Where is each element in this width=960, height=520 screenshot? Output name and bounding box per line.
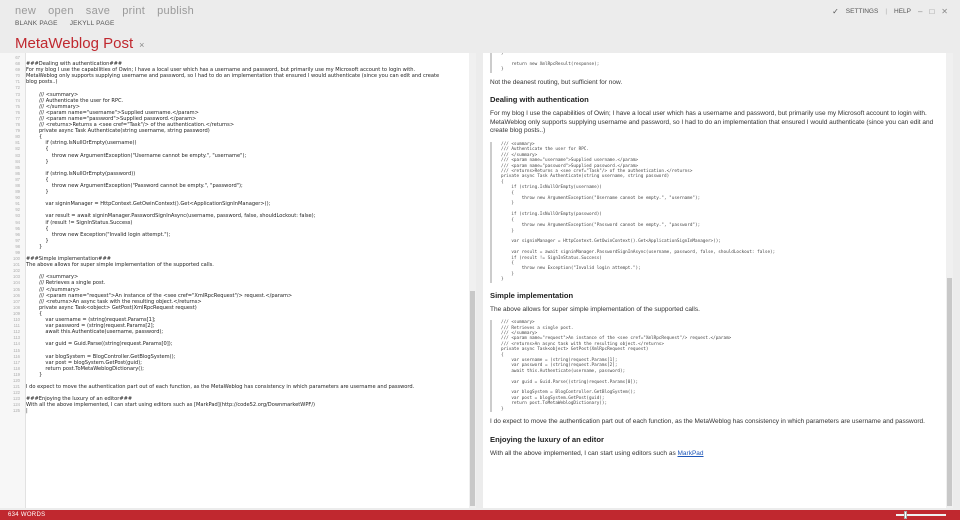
editor-scrollbar[interactable] <box>469 53 476 508</box>
line-text: MetaWeblog only supports supplying usern… <box>26 73 440 80</box>
preview-scrollbar[interactable] <box>946 53 953 508</box>
top-right-bar: ✓ SETTINGS | HELP ‒ □ ✕ <box>832 7 948 16</box>
settings-link[interactable]: SETTINGS <box>846 8 879 15</box>
menu-print[interactable]: print <box>122 5 145 17</box>
separator: | <box>885 8 888 15</box>
word-count: 634 WORDS <box>8 511 46 518</box>
menu-open[interactable]: open <box>48 5 74 17</box>
editor-line: 70 MetaWeblog only supports supplying use… <box>0 73 470 79</box>
zoom-slider-knob[interactable] <box>904 511 907 519</box>
preview-paragraph: I do expect to move the authentication p… <box>490 418 925 426</box>
menu-publish[interactable]: publish <box>157 5 194 17</box>
preview-paragraph: The above allows for super simple implem… <box>490 305 700 313</box>
line-text: } <box>26 371 43 378</box>
html-preview: } return new XmlRpcResult(response); } N… <box>483 53 953 508</box>
preview-heading: Simple implementation <box>490 290 574 300</box>
menu-new[interactable]: new <box>15 5 36 17</box>
line-text: With all the above implemented, I can st… <box>26 402 316 409</box>
line-text: private async Task Authenticate(string u… <box>26 128 210 135</box>
new-submenu: BLANK PAGE JEKYLL PAGE <box>15 20 115 27</box>
editor-line: 121 I do expect to move the authenticatio… <box>0 384 470 390</box>
menu-save[interactable]: save <box>86 5 110 17</box>
top-menu: new open save print publish <box>15 5 194 17</box>
close-document-icon[interactable]: × <box>139 40 144 50</box>
minimize-icon[interactable]: ‒ <box>918 7 922 16</box>
line-text: } <box>26 243 43 250</box>
line-text: } <box>26 158 49 165</box>
markpad-link[interactable]: MarkPad <box>678 450 704 457</box>
line-text: throw new ArgumentException("Password ca… <box>26 182 243 189</box>
line-text: private async Task<object> GetPost(XmlRp… <box>26 304 197 311</box>
line-number: 125 <box>13 408 20 414</box>
restore-icon[interactable]: □ <box>929 7 934 16</box>
line-text: throw new ArgumentException("Username ca… <box>26 152 247 159</box>
preview-code-block: } return new XmlRpcResult(response); } <box>490 53 940 73</box>
line-text: } <box>26 189 49 196</box>
editor-line: 125 | <box>0 408 470 414</box>
line-text: | <box>26 408 28 415</box>
zoom-slider[interactable] <box>896 511 946 519</box>
preview-paragraph: For my blog I use the capabilities of Ow… <box>490 110 934 135</box>
preview-paragraph: With all the above implemented, I can st… <box>490 450 940 459</box>
line-text: var signinManager = HttpContext.GetOwinC… <box>26 201 271 208</box>
preview-heading: Dealing with authentication <box>490 95 589 105</box>
preview-text: With all the above implemented, I can st… <box>490 449 678 457</box>
status-bar: 634 WORDS <box>0 510 960 520</box>
preview-heading: Enjoying the luxury of an editor <box>490 434 604 444</box>
blank-page-option[interactable]: BLANK PAGE <box>15 20 58 27</box>
preview-content: } return new XmlRpcResult(response); } N… <box>490 53 940 464</box>
preview-code-block: /// <summary> /// Retrieves a single pos… <box>490 320 940 413</box>
editor-lines: 67 68 ###Dealing with authentication### 69 F… <box>0 55 470 415</box>
help-link[interactable]: HELP <box>894 8 911 15</box>
line-text: The above allows for super simple implem… <box>26 262 214 269</box>
line-text: await this.Authenticate(username, passwo… <box>26 329 164 336</box>
line-text: var guid = Guid.Parse((string)request.Pa… <box>26 341 173 348</box>
checkmark-icon: ✓ <box>832 7 839 16</box>
preview-scrollbar-thumb[interactable] <box>947 278 952 506</box>
document-title: MetaWeblog Post <box>15 35 134 52</box>
jekyll-page-option[interactable]: JEKYLL PAGE <box>70 20 115 27</box>
line-text: blog posts..) <box>26 79 58 86</box>
editor-scrollbar-thumb[interactable] <box>470 291 475 506</box>
markdown-editor[interactable]: 67 68 ###Dealing with authentication### 69 F… <box>0 53 476 508</box>
document-tab[interactable]: MetaWeblog Post × <box>15 35 144 52</box>
close-icon[interactable]: ✕ <box>941 7 948 16</box>
preview-code-block: /// <summary> /// Authenticate the user … <box>490 142 940 283</box>
line-text: I do expect to move the authentication p… <box>26 384 415 391</box>
preview-paragraph: Not the deanest routing, but sufficient … <box>490 78 623 86</box>
